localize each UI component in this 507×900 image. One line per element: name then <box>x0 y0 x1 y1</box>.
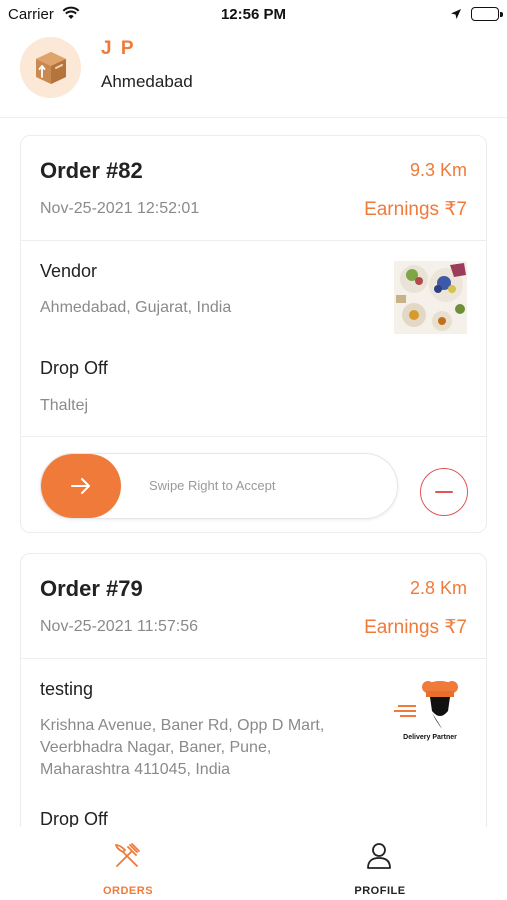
logo-caption: Delivery Partner <box>403 734 457 741</box>
order-distance: 9.3 Km <box>409 160 467 180</box>
person-icon <box>364 841 394 876</box>
vendor-address-line: Veerbhadra Nagar, Baner, Pune, <box>40 739 272 756</box>
order-datetime: Nov-25-2021 12:52:01 <box>40 200 200 217</box>
dropoff-address: Thaltej <box>40 397 89 414</box>
arrow-right-icon[interactable] <box>41 454 121 518</box>
order-number: Order #82 <box>40 158 143 183</box>
package-box-icon <box>20 37 81 98</box>
food-platter-image <box>394 261 467 334</box>
order-distance: 2.8 Km <box>409 578 467 598</box>
order-card[interactable]: Order #79 2.8 Km Nov-25-2021 11:57:56 Ea… <box>20 553 487 827</box>
tab-orders-label: ORDERS <box>102 885 154 897</box>
battery-full-icon <box>471 7 503 21</box>
delivery-partner-logo: Delivery Partner <box>390 677 470 750</box>
vendor-address: Ahmedabad, Gujarat, India <box>40 299 232 316</box>
minus-circle-icon[interactable] <box>420 468 468 516</box>
vendor-title: Vendor <box>40 261 98 281</box>
dropoff-title: Drop Off <box>40 358 108 378</box>
user-city: Ahmedabad <box>101 72 193 91</box>
accept-reject-row: Swipe Right to Accept <box>21 436 486 532</box>
order-card-header: Order #82 9.3 Km Nov-25-2021 12:52:01 Ea… <box>21 136 486 241</box>
orders-list[interactable]: Order #82 9.3 Km Nov-25-2021 12:52:01 Ea… <box>0 119 507 827</box>
order-card-body: testing Krishna Avenue, Baner Rd, Opp D … <box>21 659 486 827</box>
order-card-header: Order #79 2.8 Km Nov-25-2021 11:57:56 Ea… <box>21 554 486 659</box>
order-datetime: Nov-25-2021 11:57:56 <box>40 618 199 635</box>
order-card-body: Vendor Ahmedabad, Gujarat, India Drop Of… <box>21 241 486 436</box>
fork-knife-icon <box>112 841 142 876</box>
status-bar: Carrier 12:56 PM <box>0 0 507 30</box>
tab-orders[interactable]: ORDERS <box>48 827 208 900</box>
vendor-address-line: Maharashtra 411045, India <box>40 761 231 778</box>
bottom-tab-bar: ORDERS PROFILE <box>0 827 507 900</box>
order-card[interactable]: Order #82 9.3 Km Nov-25-2021 12:52:01 Ea… <box>20 135 487 533</box>
swipe-to-accept-slider[interactable]: Swipe Right to Accept <box>40 453 398 519</box>
user-name: J P <box>101 38 136 59</box>
status-time: 12:56 PM <box>220 6 287 23</box>
order-number: Order #79 <box>40 576 143 601</box>
profile-header: J P Ahmedabad <box>0 30 507 118</box>
order-earnings: Earnings ₹7 <box>364 617 467 638</box>
tab-profile-label: PROFILE <box>354 885 406 897</box>
tab-profile[interactable]: PROFILE <box>300 827 460 900</box>
order-earnings: Earnings ₹7 <box>364 199 467 220</box>
swipe-label: Swipe Right to Accept <box>149 478 276 493</box>
vendor-address-line: Krishna Avenue, Baner Rd, Opp D Mart, <box>40 717 325 734</box>
location-arrow-icon <box>450 7 462 25</box>
vendor-title: testing <box>40 679 94 699</box>
dropoff-title: Drop Off <box>40 809 108 827</box>
